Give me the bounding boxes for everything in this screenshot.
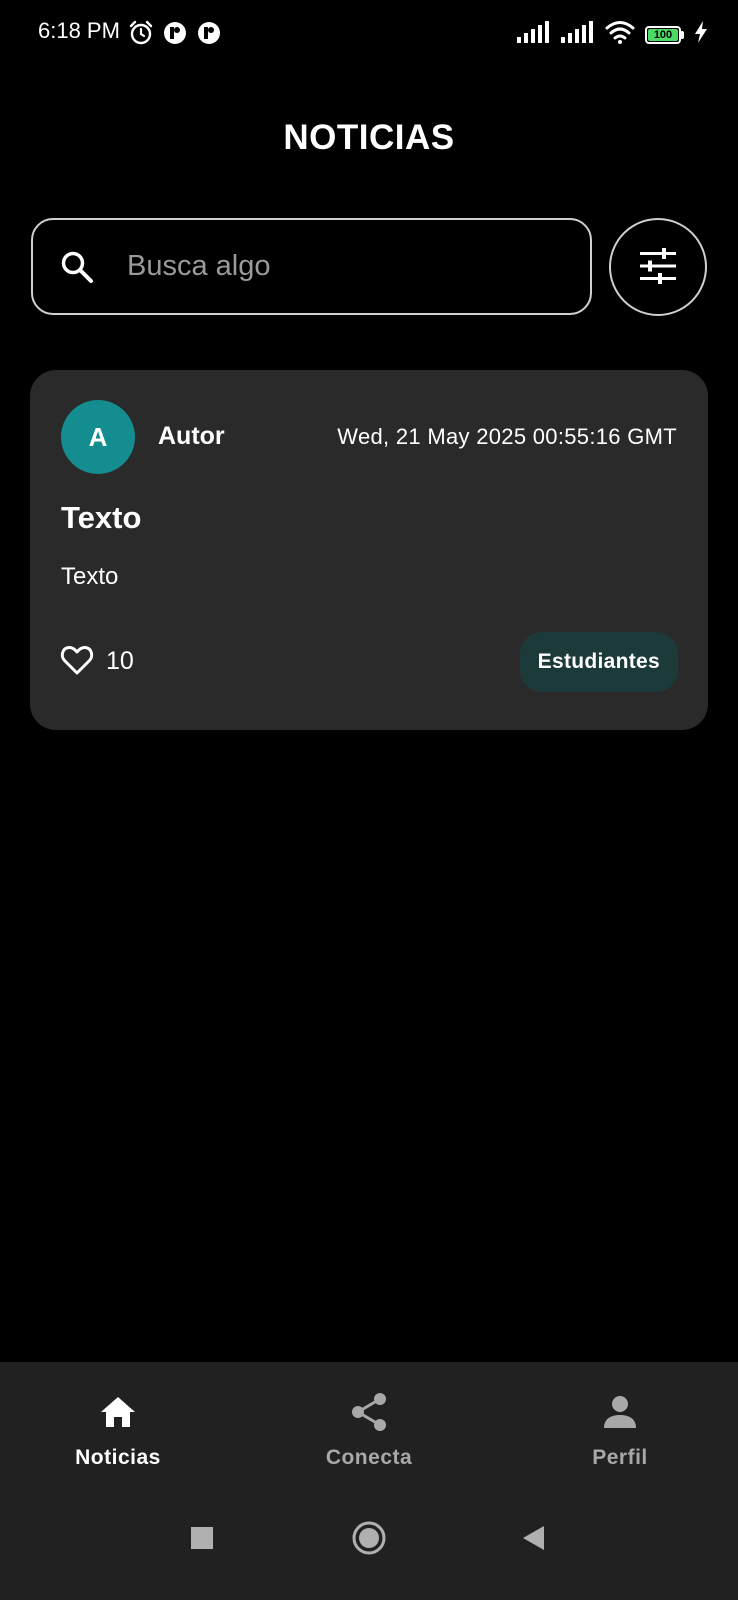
recents-button[interactable] bbox=[162, 1490, 242, 1590]
nav-item-perfil[interactable]: Perfil bbox=[520, 1362, 720, 1490]
signal-icon bbox=[517, 21, 551, 48]
search-bar[interactable] bbox=[31, 218, 592, 315]
like-count: 10 bbox=[106, 647, 134, 675]
bottom-navigation: Noticias Conecta Perfil bbox=[0, 1362, 738, 1490]
person-icon bbox=[600, 1392, 640, 1432]
search-icon bbox=[59, 249, 95, 285]
nav-item-conecta[interactable]: Conecta bbox=[269, 1362, 469, 1490]
back-button[interactable] bbox=[493, 1490, 573, 1590]
tune-icon bbox=[638, 247, 678, 287]
search-input[interactable] bbox=[125, 249, 529, 284]
charging-icon bbox=[694, 21, 708, 48]
app-notification-icon bbox=[196, 20, 222, 51]
status-time: 6:18 PM bbox=[38, 18, 120, 43]
like-button[interactable]: 10 bbox=[60, 644, 134, 679]
nav-item-noticias[interactable]: Noticias bbox=[18, 1362, 218, 1490]
avatar: A bbox=[61, 400, 135, 474]
battery-level: 100 bbox=[648, 28, 678, 41]
post-title: Texto bbox=[61, 500, 142, 535]
alarm-icon bbox=[128, 20, 154, 51]
status-left-icons bbox=[128, 20, 222, 51]
home-button[interactable] bbox=[329, 1490, 409, 1590]
nav-label-conecta: Conecta bbox=[325, 1446, 413, 1469]
nav-label-noticias: Noticias bbox=[75, 1446, 161, 1469]
share-icon bbox=[349, 1392, 389, 1432]
status-right-icons: 100 bbox=[517, 20, 708, 49]
post-body: Texto bbox=[61, 563, 119, 590]
category-chip[interactable]: Estudiantes bbox=[519, 632, 678, 692]
heart-icon bbox=[60, 644, 94, 679]
circle-icon bbox=[351, 1520, 387, 1561]
filter-button[interactable] bbox=[609, 218, 707, 316]
nav-label-perfil: Perfil bbox=[592, 1446, 648, 1469]
status-bar: 6:18 PM 100 bbox=[0, 0, 738, 66]
post-date: Wed, 21 May 2025 00:55:16 GMT bbox=[337, 424, 677, 449]
battery-icon: 100 bbox=[645, 25, 684, 44]
author-name: Autor bbox=[158, 422, 225, 450]
square-icon bbox=[190, 1526, 214, 1555]
page-title: NOTICIAS bbox=[283, 118, 455, 157]
wifi-icon bbox=[605, 20, 635, 49]
back-triangle-icon bbox=[521, 1525, 545, 1556]
home-icon bbox=[98, 1392, 138, 1432]
app-notification-icon bbox=[162, 20, 188, 51]
signal-icon bbox=[561, 21, 595, 48]
system-navigation bbox=[0, 1490, 738, 1600]
news-card[interactable]: A Autor Wed, 21 May 2025 00:55:16 GMT Te… bbox=[30, 370, 708, 730]
